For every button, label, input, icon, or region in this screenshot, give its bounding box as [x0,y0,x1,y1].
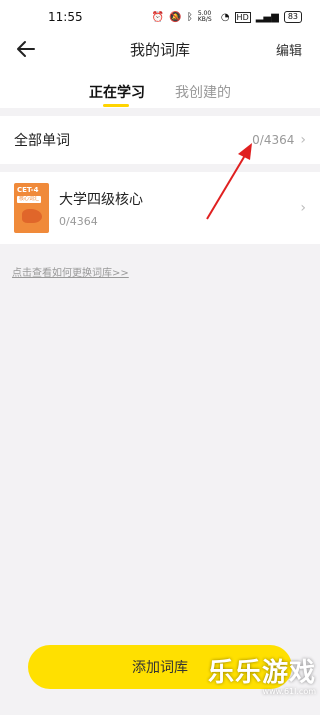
alarm-icon: ⏰ [151,11,165,23]
nav-bar: 我的词库 编辑 [0,34,320,64]
all-words-row[interactable]: 全部单词 0/4364 › [0,116,320,164]
chevron-right-icon: › [300,200,306,216]
status-bar: 11:55 ⏰ 🔕 ᛒ 5.00 KB/S ◔ HD ▂▄▆ 83 [0,0,320,34]
page-title: 我的词库 [129,40,190,59]
status-icons: ⏰ 🔕 ᛒ 5.00 KB/S ◔ HD ▂▄▆ 83 [152,11,302,23]
book-progress: 0/4364 [59,214,98,228]
book-cover-tag: 核心词汇 [17,196,42,203]
speed-indicator: 5.00 KB/S [197,10,212,23]
change-wordbook-help-link[interactable]: 点击查看如何更换词库>> [12,264,129,279]
status-time: 11:55 [48,10,83,24]
tab-active-indicator [103,104,129,107]
hd-icon: HD [234,11,251,23]
mute-icon: 🔕 [169,11,182,23]
tab-bar: 正在学习 我创建的 [0,64,320,108]
bluetooth-icon: ᛒ [186,11,193,23]
book-cover-title: CET-4 [17,186,39,194]
tab-learning-label: 正在学习 [89,85,145,101]
edit-button[interactable]: 编辑 [276,40,302,59]
book-cover: CET-4 核心词汇 [14,183,49,233]
wifi-icon: ◔ [220,11,230,23]
watermark-title: 乐乐游戏 [207,658,316,688]
all-words-count: 0/4364 [252,133,295,147]
tab-created-label: 我创建的 [175,85,231,101]
signal-icon: ▂▄▆ [255,11,279,23]
book-cover-illustration [22,209,42,223]
chevron-right-icon: › [300,132,306,148]
watermark: 乐乐游戏 www.61l.com [208,652,316,696]
back-arrow-icon[interactable] [14,37,38,61]
book-info: 大学四级核心 0/4364 [59,189,300,228]
book-name: 大学四级核心 [59,191,143,208]
wordbook-card[interactable]: CET-4 核心词汇 大学四级核心 0/4364 › [0,172,320,244]
tab-created[interactable]: 我创建的 [175,82,231,108]
all-words-label: 全部单词 [14,133,70,149]
battery-icon: 83 [283,11,302,23]
tab-learning[interactable]: 正在学习 [89,82,145,108]
